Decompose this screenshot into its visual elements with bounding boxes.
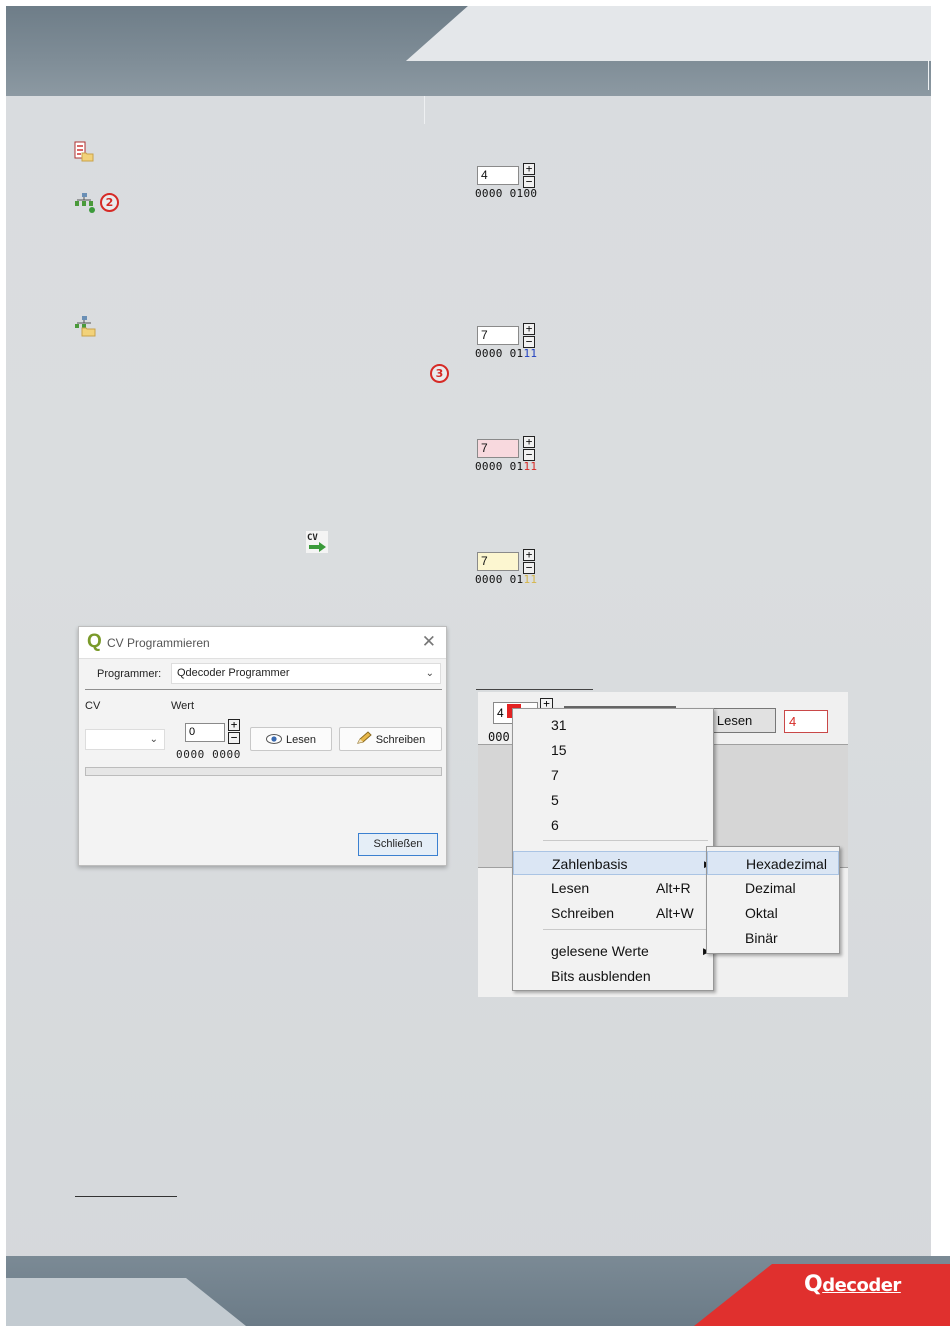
decoder-folder-icon	[74, 315, 96, 337]
callout-badge-2: 2	[100, 193, 119, 212]
increment-button[interactable]: +	[523, 163, 535, 175]
menu-item-gelesene-werte[interactable]: gelesene Werte ▶	[513, 939, 713, 963]
submenu-item-oktal[interactable]: Oktal	[707, 901, 839, 925]
submenu-item-binaer[interactable]: Binär	[707, 926, 839, 950]
programmer-select[interactable]: Qdecoder Programmer ⌄	[171, 663, 441, 684]
close-icon[interactable]: ✕	[422, 632, 436, 652]
wert-bits: 0000 0000	[176, 748, 242, 761]
wert-label: Wert	[171, 700, 195, 712]
dialog-separator	[85, 689, 442, 690]
bit-display: 0000 0100	[475, 187, 538, 200]
schreiben-button[interactable]: Schreiben	[339, 727, 442, 751]
value-spinner-red-bits: 7 + − 0000 0111	[475, 436, 539, 476]
zahlenbasis-label: Zahlenbasis	[552, 856, 628, 872]
menu-item-history[interactable]: 31	[513, 713, 713, 737]
brand-q: Q	[804, 1272, 823, 1297]
brand-rest: decoder	[822, 1275, 901, 1296]
context-menu: 31 15 7 5 6 Zahlenbasis ▶ Lesen Alt+R Sc…	[512, 708, 714, 991]
bit-display: 0000 0111	[475, 573, 538, 586]
value-input[interactable]: 7	[477, 439, 519, 458]
zahlenbasis-submenu: Hexadezimal Dezimal Oktal Binär	[706, 846, 840, 954]
cv-write-icon: CV	[306, 531, 328, 553]
menu-separator	[543, 929, 708, 930]
wert-increment-button[interactable]: +	[228, 719, 240, 731]
value-input[interactable]: 7	[477, 326, 519, 345]
progress-bar	[85, 767, 442, 776]
wert-decrement-button[interactable]: −	[228, 732, 240, 744]
menu-item-history[interactable]: 6	[513, 813, 713, 837]
schreiben-item-label: Schreiben	[551, 905, 615, 921]
svg-text:CV: CV	[307, 533, 318, 543]
chevron-down-icon: ⌄	[149, 734, 158, 745]
menu-item-schreiben[interactable]: Schreiben Alt+W	[513, 901, 713, 925]
eye-icon	[266, 728, 282, 750]
column-divider	[424, 96, 425, 124]
bit-display: 0000 0111	[475, 347, 538, 360]
submenu-item-dezimal[interactable]: Dezimal	[707, 876, 839, 900]
value-spinner-blue-bits: 7 + − 0000 0111	[475, 323, 539, 363]
schreiben-label: Schreiben	[375, 734, 426, 746]
lesen-label: Lesen	[716, 713, 753, 728]
dialog-title: CV Programmieren	[107, 636, 210, 650]
footer-light-panel	[6, 1278, 246, 1326]
header-edge-line	[928, 60, 929, 90]
programmer-select-value: Qdecoder Programmer	[177, 667, 290, 679]
value-input[interactable]: 4	[477, 166, 519, 185]
schliessen-button[interactable]: Schließen	[358, 833, 438, 856]
lesen-item-label: Lesen	[551, 880, 590, 896]
decoder-network-icon	[74, 192, 95, 213]
footnote-rule	[75, 1196, 177, 1197]
value-spinner-yellow-bits: 7 + − 0000 0111	[475, 549, 539, 589]
gelesene-werte-label: gelesene Werte	[551, 943, 649, 959]
submenu-item-hexadezimal[interactable]: Hexadezimal	[707, 851, 839, 875]
qdecoder-brand-logo: Qdecoder	[804, 1272, 901, 1297]
increment-button[interactable]: +	[523, 436, 535, 448]
callout-badge-3: 3	[430, 364, 449, 383]
menu-separator	[543, 840, 708, 841]
chevron-down-icon: ⌄	[425, 668, 434, 679]
read-value-field[interactable]: 4	[784, 710, 828, 733]
schreiben-shortcut: Alt+W	[656, 905, 694, 921]
menu-item-history[interactable]: 5	[513, 788, 713, 812]
dialog-titlebar: Q CV Programmieren ✕	[79, 627, 446, 659]
increment-button[interactable]: +	[523, 549, 535, 561]
lesen-label: Lesen	[286, 734, 316, 746]
menu-item-lesen[interactable]: Lesen Alt+R	[513, 876, 713, 900]
bit-display: 0000 0111	[475, 460, 538, 473]
increment-button[interactable]: +	[523, 323, 535, 335]
qdecoder-logo-icon: Q	[87, 631, 102, 652]
value-spinner-decimal: 4 + − 0000 0100	[475, 163, 539, 203]
cv-select[interactable]: ⌄	[85, 729, 165, 750]
menu-item-history[interactable]: 7	[513, 763, 713, 787]
cv-list-icon	[74, 141, 94, 162]
programmer-label: Programmer:	[97, 668, 162, 680]
lesen-button[interactable]: Lesen	[250, 727, 332, 751]
value-input[interactable]: 7	[477, 552, 519, 571]
cv-label: CV	[85, 700, 101, 712]
lesen-shortcut: Alt+R	[656, 880, 691, 896]
header-light-panel	[406, 6, 931, 61]
wert-input[interactable]: 0	[185, 723, 225, 742]
context-menu-screenshot: 4 + 000 ◔Lesen 4 31 15 7 5 6 Zahlenbasis…	[478, 692, 848, 997]
screenshot-caption-line	[476, 689, 593, 690]
cv-programmieren-dialog: Q CV Programmieren ✕ Programmer: Qdecode…	[78, 626, 447, 866]
menu-item-zahlenbasis[interactable]: Zahlenbasis ▶	[513, 851, 713, 875]
menu-item-history[interactable]: 15	[513, 738, 713, 762]
page-header	[6, 6, 931, 96]
pencil-icon	[356, 728, 372, 750]
bit-display: 000	[488, 730, 510, 744]
menu-item-bits-ausblenden[interactable]: Bits ausblenden	[513, 964, 713, 988]
